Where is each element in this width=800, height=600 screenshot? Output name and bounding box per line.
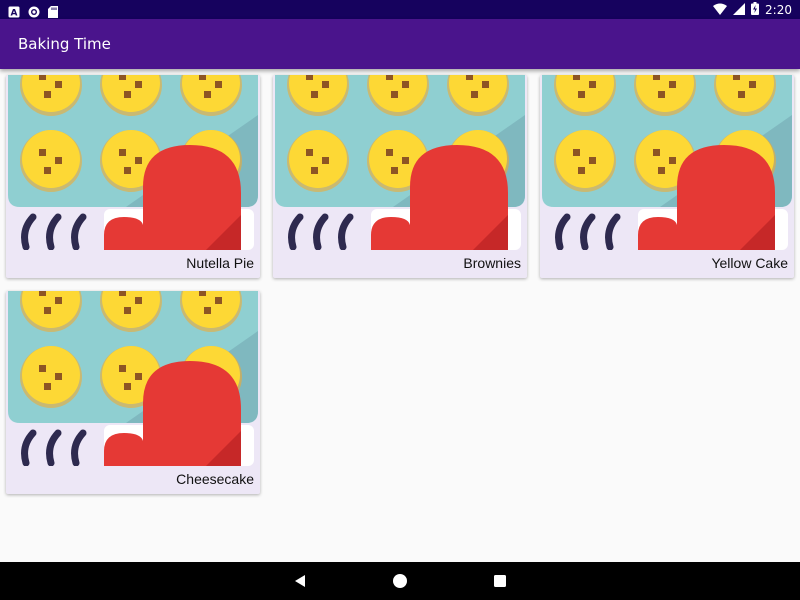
recipe-card-brownies[interactable]: Brownies	[273, 75, 527, 278]
battery-charging-icon	[751, 0, 760, 19]
svg-text:A: A	[11, 9, 18, 19]
recipe-card-nutella-pie[interactable]: Nutella Pie	[6, 75, 260, 278]
recipe-name: Cheesecake	[176, 471, 254, 487]
recipe-card-cheesecake[interactable]: Cheesecake	[6, 291, 260, 494]
navigation-bar	[0, 562, 800, 600]
status-right-icons: 2:20	[713, 0, 792, 19]
baking-tray-oven-mitt-icon	[6, 75, 260, 250]
recipe-grid: Nutella Pie Brownies Yellow Cake Cheesec…	[0, 69, 800, 562]
baking-tray-oven-mitt-icon	[540, 75, 794, 250]
back-icon[interactable]	[292, 572, 310, 590]
baking-tray-oven-mitt-icon	[6, 291, 260, 466]
status-bar: A 2:20	[0, 0, 800, 19]
app-bar: Baking Time	[0, 19, 800, 69]
wifi-icon	[713, 0, 728, 19]
baking-tray-oven-mitt-icon	[273, 75, 527, 250]
app-title: Baking Time	[18, 35, 111, 53]
recipe-name: Brownies	[463, 255, 521, 271]
recipe-name: Nutella Pie	[186, 255, 254, 271]
cell-signal-icon	[733, 0, 746, 19]
recents-icon[interactable]	[491, 572, 509, 590]
recipe-name: Yellow Cake	[711, 255, 788, 271]
status-time: 2:20	[765, 2, 792, 17]
home-icon[interactable]	[391, 572, 409, 590]
recipe-card-yellow-cake[interactable]: Yellow Cake	[540, 75, 794, 278]
